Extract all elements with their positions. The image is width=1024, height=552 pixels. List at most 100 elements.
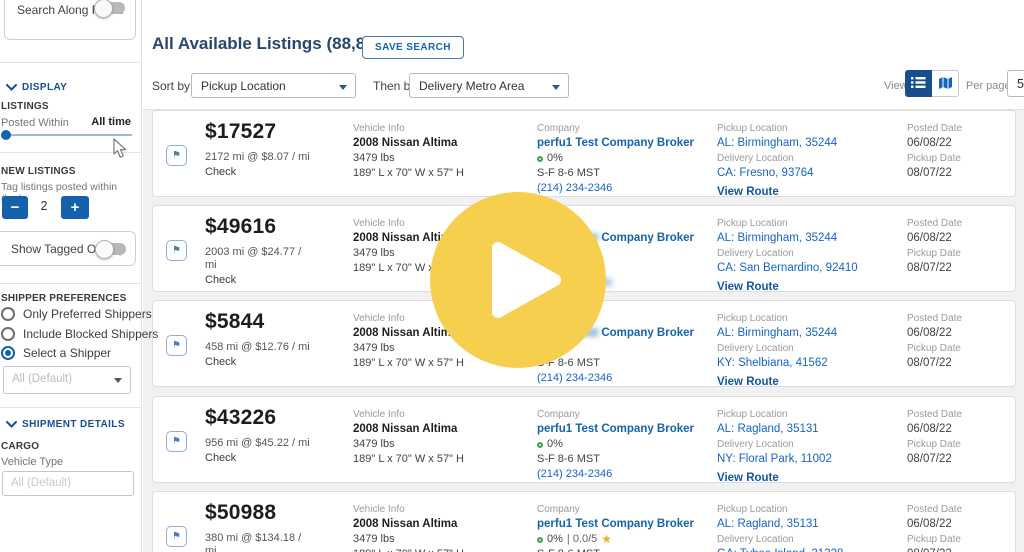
company-name-part2: Company Broker (601, 232, 695, 244)
decrement-hours-button[interactable]: − (2, 196, 28, 219)
page-title: All Available Listings (88,832) (152, 34, 390, 53)
display-section-header[interactable]: DISPLAY (6, 82, 67, 93)
vehicle-type-select[interactable]: All (Default) (2, 471, 134, 496)
increment-hours-button[interactable]: + (61, 196, 89, 219)
vehicle-column: Vehicle Info 2008 Nissan Altima 3479 lbs… (353, 407, 464, 467)
show-tagged-toggle[interactable] (95, 240, 126, 259)
company-name-part2: Company Broker (601, 137, 695, 149)
listings-subheader: LISTINGS (1, 101, 49, 112)
then-by-dropdown[interactable]: Delivery Metro Area (409, 73, 569, 98)
delivery-location-link[interactable]: CA: Fresno, 93764 (717, 166, 837, 181)
chevron-down-icon (6, 84, 17, 91)
sort-by-dropdown[interactable]: Pickup Location (191, 73, 356, 98)
posted-within-slider[interactable] (1, 130, 132, 140)
route-column: Pickup Location AL: Birmingham, 35244 De… (717, 121, 837, 200)
save-search-button[interactable]: SAVE SEARCH (362, 36, 464, 59)
pickup-date-value: 08/07/22 (907, 167, 952, 179)
pickup-location-label: Pickup Location (717, 218, 788, 229)
radio-include-blocked[interactable]: Include Blocked Shippers (1, 327, 158, 341)
rating-percent: 0% (547, 152, 563, 164)
sidebar-divider (0, 62, 141, 63)
posted-date-label: Posted Date (907, 123, 963, 134)
company-phone-link[interactable]: (214) 234-2346 (537, 467, 707, 482)
company-link[interactable]: perfu1 Test Company Broker (537, 517, 707, 532)
company-label: Company (537, 504, 580, 515)
map-view-button[interactable] (932, 70, 959, 97)
tag-hours-value: 2 (40, 199, 48, 213)
sort-by-label: Sort by (152, 79, 191, 93)
pickup-location-link[interactable]: AL: Ragland, 35131 (717, 517, 843, 532)
flag-icon: ⚑ (172, 340, 181, 351)
listing-card[interactable]: ⚑ $43226 956 mi @ $45.22 / mi Check Vehi… (152, 396, 1016, 486)
view-route-link[interactable]: View Route (717, 375, 837, 390)
company-hours: S-F 8-6 MST (537, 453, 600, 465)
route-column: Pickup Location AL: Ragland, 35131 Deliv… (717, 407, 832, 486)
company-rating: 0% (537, 437, 707, 452)
listing-card[interactable]: ⚑ $50988 380 mi @ $134.18 / mi Check Veh… (152, 491, 1016, 552)
tag-listing-button[interactable]: ⚑ (166, 145, 187, 166)
company-phone-link[interactable]: (214) 234-2346 (537, 371, 707, 386)
delivery-location-link[interactable]: CA: San Bernardino, 92410 (717, 261, 858, 276)
price-column: $5844 458 mi @ $12.76 / mi Check (205, 310, 331, 368)
shipper-preferences-subheader: SHIPPER PREFERENCES (1, 293, 127, 304)
rating-ring-icon (537, 536, 543, 543)
delivery-location-link[interactable]: KY: Shelbiana, 41562 (717, 356, 837, 371)
vehicle-dimensions: 189" L x 70" W x 57" H (353, 167, 464, 179)
view-route-link[interactable]: View Route (717, 185, 837, 200)
posted-date-value: 06/08/22 (907, 327, 952, 339)
pickup-location-link[interactable]: AL: Ragland, 35131 (717, 422, 832, 437)
pickup-date-label: Pickup Date (907, 439, 961, 450)
vehicle-type-label: Vehicle Type (1, 456, 64, 468)
list-view-button[interactable] (905, 70, 932, 97)
company-link[interactable]: perfu1 Test Company Broker (537, 422, 707, 437)
shipment-details-section-header[interactable]: SHIPMENT DETAILS (6, 419, 125, 430)
pickup-location-label: Pickup Location (717, 313, 788, 324)
caret-down-icon (114, 378, 122, 383)
new-listings-subheader: NEW LISTINGS (1, 166, 76, 177)
route-column: Pickup Location AL: Birmingham, 35244 De… (717, 216, 858, 295)
radio-icon (1, 327, 15, 341)
dates-column: Posted Date 06/08/22 Pickup Date 08/07/2… (907, 502, 962, 552)
tag-listing-button[interactable]: ⚑ (166, 240, 187, 261)
pickup-date-value: 08/07/22 (907, 357, 952, 369)
price-column: $17527 2172 mi @ $8.07 / mi Check (205, 120, 331, 178)
search-along-route-toggle[interactable] (94, 0, 125, 18)
per-page-select[interactable]: 50 (1007, 70, 1024, 97)
route-column: Pickup Location AL: Birmingham, 35244 De… (717, 311, 837, 390)
radio-only-preferred[interactable]: Only Preferred Shippers (1, 307, 152, 321)
view-route-link[interactable]: View Route (717, 280, 858, 295)
delivery-location-label: Delivery Location (717, 153, 794, 164)
view-route-link[interactable]: View Route (717, 471, 832, 486)
sidebar-divider (0, 407, 141, 408)
listing-card[interactable]: ⚑ $17527 2172 mi @ $8.07 / mi Check Vehi… (152, 110, 1016, 200)
dates-column: Posted Date 06/08/22 Pickup Date 08/07/2… (907, 407, 962, 467)
tag-listing-button[interactable]: ⚑ (166, 335, 187, 356)
radio-selected-icon (1, 346, 15, 360)
filter-sidebar: Search Along Route DISPLAY LISTINGS Post… (0, 0, 158, 552)
company-link[interactable]: perfu1 Test Company Broker (537, 136, 707, 151)
delivery-location-link[interactable]: GA: Tybee Island, 31328 (717, 547, 843, 552)
vehicle-name: 2008 Nissan Altima (353, 137, 458, 149)
company-column: Company perfu1 Test Company Broker 0% S-… (537, 407, 707, 482)
slider-thumb[interactable] (1, 130, 11, 140)
pickup-location-link[interactable]: AL: Birmingham, 35244 (717, 136, 837, 151)
vehicle-dimensions: 189" L x 70" W x 57" H (353, 453, 464, 465)
vehicle-dimensions: 189" L x 70" W x 57" H (353, 547, 464, 552)
radio-select-shipper[interactable]: Select a Shipper (1, 346, 111, 360)
pickup-location-link[interactable]: AL: Birmingham, 35244 (717, 231, 858, 246)
video-play-button[interactable] (430, 192, 606, 368)
pickup-location-label: Pickup Location (717, 504, 788, 515)
tag-listing-button[interactable]: ⚑ (166, 431, 187, 452)
flag-icon: ⚑ (172, 245, 181, 256)
posted-date-value: 06/08/22 (907, 232, 952, 244)
vehicle-column: Vehicle Info 2008 Nissan Altima 3479 lbs… (353, 121, 464, 181)
caret-down-icon (552, 85, 560, 90)
per-page-label: Per page (966, 80, 1011, 92)
listing-price: $49616 (205, 215, 277, 238)
delivery-location-link[interactable]: NY: Floral Park, 11002 (717, 452, 832, 467)
pickup-location-link[interactable]: AL: Birmingham, 35244 (717, 326, 837, 341)
shipper-select[interactable]: All (Default) (3, 366, 131, 394)
pickup-date-value: 08/07/22 (907, 547, 962, 552)
vehicle-column: Vehicle Info 2008 Nissan Altima 3479 lbs… (353, 502, 464, 552)
tag-listing-button[interactable]: ⚑ (166, 526, 187, 547)
